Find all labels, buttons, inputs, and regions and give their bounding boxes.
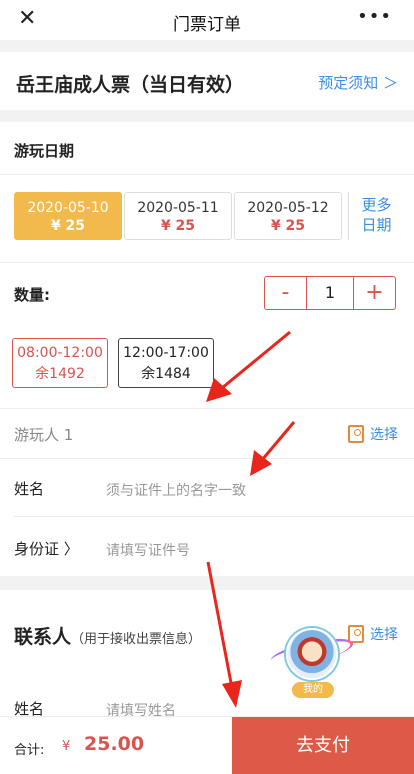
divider: [0, 458, 414, 459]
divider: [0, 174, 414, 175]
contact-subtitle: （用于接收出票信息）: [71, 632, 202, 647]
quantity-label: 数量:: [14, 286, 50, 304]
divider: [0, 262, 414, 263]
divider: [0, 408, 414, 409]
product-name: 岳王庙成人票（当日有效）: [16, 74, 245, 96]
visitor-name-input[interactable]: 须与证件上的名字一致: [106, 480, 246, 500]
contact-pick-button[interactable]: 选择: [348, 624, 398, 644]
quantity-plus-button[interactable]: +: [353, 277, 395, 309]
date-section-title: 游玩日期: [14, 142, 75, 160]
contacts-icon: [348, 425, 364, 443]
date-price: ¥ 25: [160, 218, 196, 234]
floating-avatar-button[interactable]: 我的: [268, 628, 356, 700]
contact-title: 联系人: [14, 626, 72, 648]
visitor-pick-label: 选择: [370, 427, 398, 443]
more-dates-button[interactable]: 更多 日期: [348, 192, 404, 240]
booking-notice-link[interactable]: 预定须知 ＞: [318, 72, 398, 93]
date-text: 2020-05-12: [247, 200, 329, 216]
date-option-2020-05-12[interactable]: 2020-05-12 ¥ 25: [234, 192, 342, 240]
date-option-2020-05-10[interactable]: 2020-05-10 ¥ 25: [14, 192, 122, 240]
visitor-title: 游玩人 1: [14, 426, 74, 444]
total-amount: 25.00: [84, 733, 145, 755]
slot-remaining: 余1492: [35, 366, 85, 382]
slot-remaining: 余1484: [141, 366, 191, 382]
slot-time: 12:00-17:00: [123, 345, 209, 361]
visitor-id-type-selector[interactable]: 身份证 〉: [14, 538, 79, 559]
date-text: 2020-05-10: [27, 200, 109, 216]
visitor-section: 游玩人 1 选择 姓名 须与证件上的名字一致 身份证 〉 请填写证件号: [0, 410, 414, 576]
avatar: [286, 628, 338, 680]
total-label: 合计:: [14, 743, 45, 758]
contact-header: 联系人（用于接收出票信息）: [14, 622, 201, 649]
visitor-pick-button[interactable]: 选择: [348, 424, 398, 444]
visitor-name-label: 姓名: [14, 480, 45, 498]
date-option-2020-05-11[interactable]: 2020-05-11 ¥ 25: [124, 192, 232, 240]
quantity-value[interactable]: 1: [307, 277, 353, 309]
page-title: 门票订单: [173, 15, 241, 35]
date-price: ¥ 25: [270, 218, 306, 234]
visitor-id-input[interactable]: 请填写证件号: [106, 540, 190, 560]
quantity-stepper: - 1 +: [264, 276, 396, 310]
checkout-bar: 合计: ¥ 25.00 去支付: [0, 716, 414, 774]
product-header: 岳王庙成人票（当日有效） 预定须知 ＞: [0, 52, 414, 110]
divider: [14, 516, 414, 517]
pay-button[interactable]: 去支付: [232, 717, 414, 774]
total-currency: ¥: [62, 739, 71, 754]
date-price: ¥ 25: [50, 218, 86, 234]
contact-pick-label: 选择: [370, 627, 398, 643]
more-icon[interactable]: •••: [357, 6, 392, 27]
floating-mine-label: 我的: [292, 682, 334, 698]
quantity-minus-button[interactable]: -: [265, 277, 307, 309]
time-slot-afternoon[interactable]: 12:00-17:00 余1484: [118, 338, 214, 388]
time-slot-morning[interactable]: 08:00-12:00 余1492: [12, 338, 108, 388]
nav-bar: ✕ 门票订单 •••: [0, 0, 414, 40]
slot-time: 08:00-12:00: [17, 345, 103, 361]
more-dates-line2: 日期: [361, 216, 392, 234]
date-text: 2020-05-11: [137, 200, 219, 216]
more-dates-line1: 更多: [361, 196, 392, 214]
